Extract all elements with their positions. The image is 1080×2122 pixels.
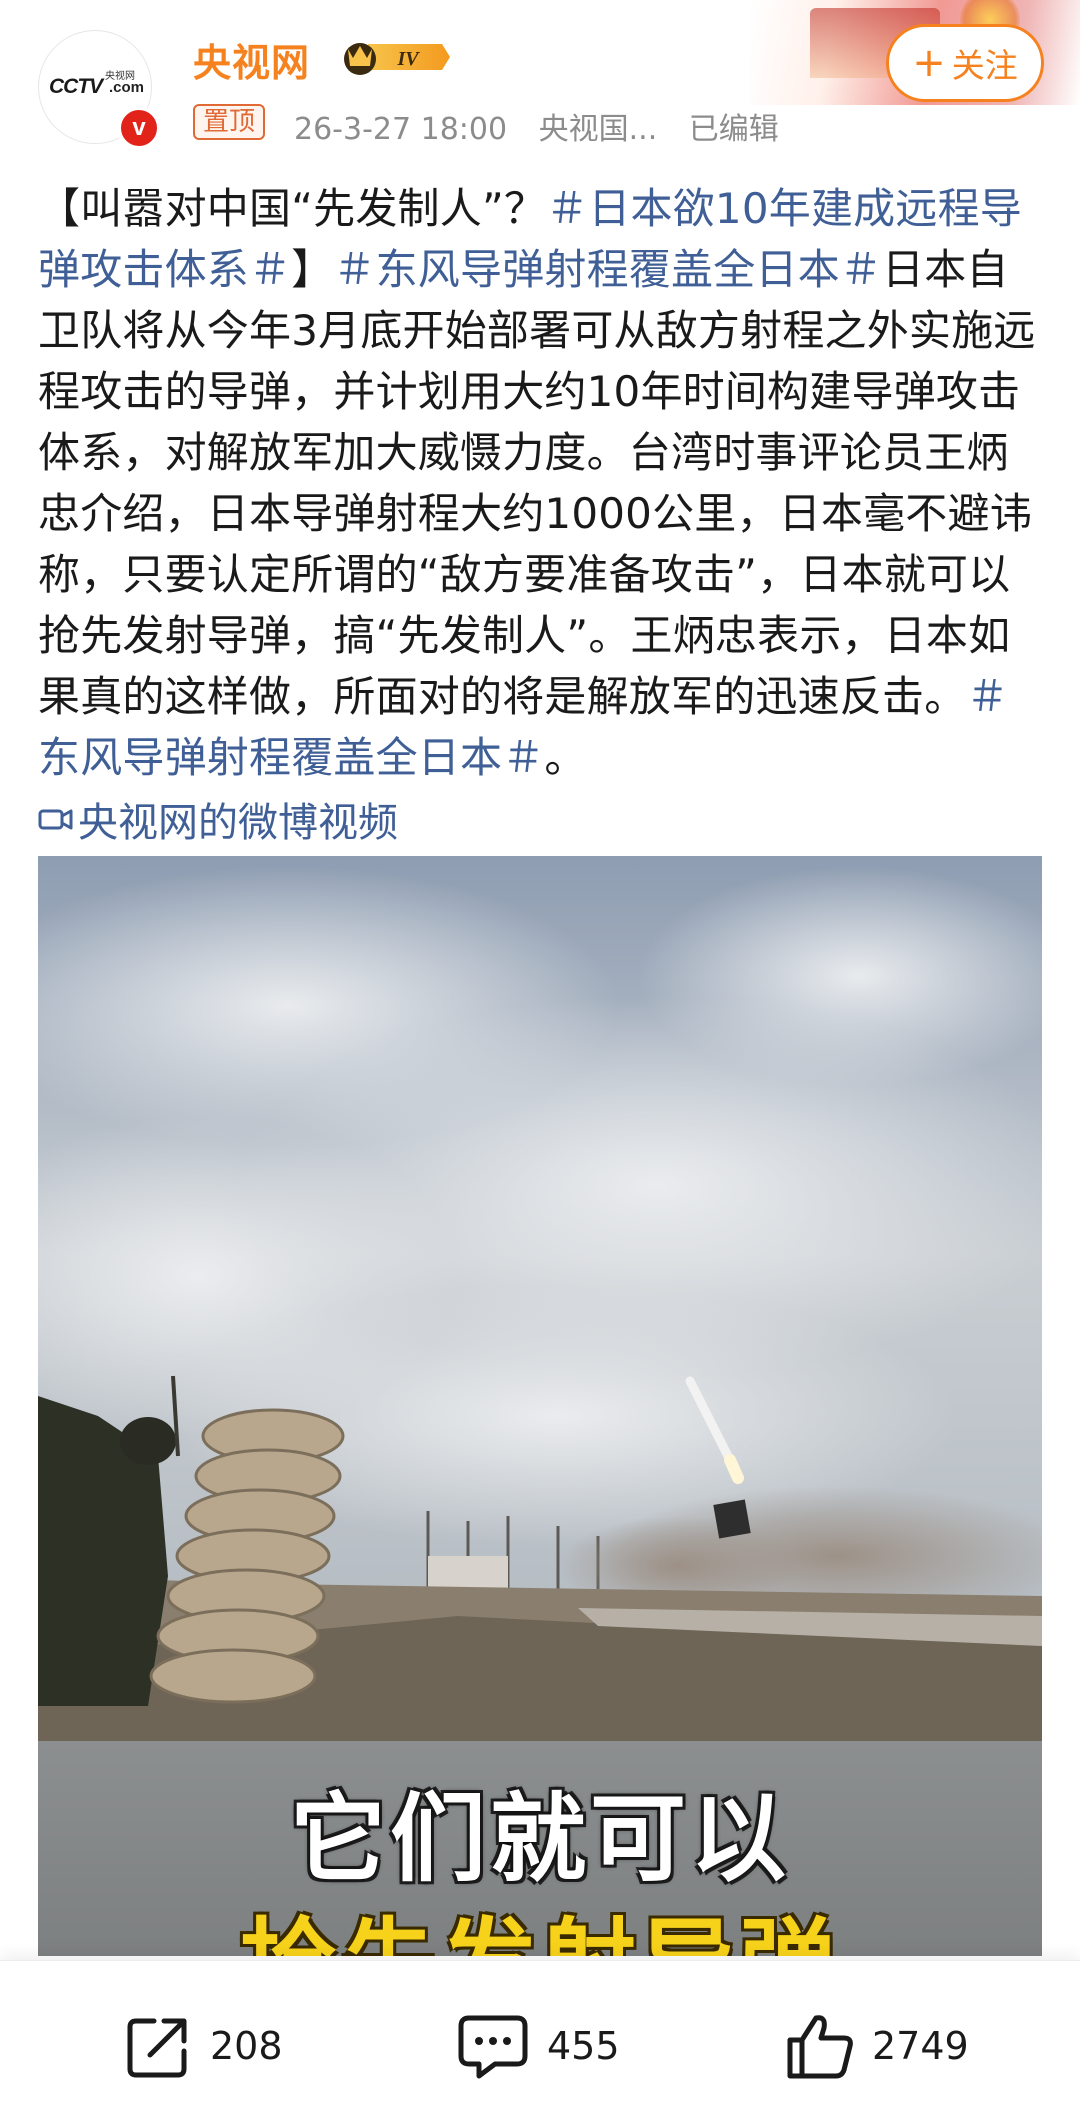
video-player[interactable]: 它们就可以 抢先发射导弹 [38, 856, 1042, 1956]
post-source[interactable]: 央视国... [539, 112, 658, 147]
video-frame [38, 856, 1042, 1741]
weibo-post-page: CCTV 央视网 .com v 央视网 IV 置顶 26-3-27 18:00 [0, 0, 1080, 2122]
edited-label[interactable]: 已编辑 [689, 112, 779, 147]
pinned-badge: 置顶 [193, 104, 266, 140]
post-text-segment: 】 [291, 245, 334, 294]
repost-count: 208 [210, 2024, 283, 2068]
plus-icon: + [912, 40, 946, 86]
comment-icon [458, 2015, 528, 2079]
cctv-logo-text: CCTV [49, 75, 103, 98]
follow-label: 关注 [951, 46, 1018, 85]
post-text: 【叫嚣对中国“先发制人”？＃日本欲10年建成远程导弹攻击体系＃】＃东风导弹射程覆… [38, 178, 1048, 788]
action-bar: 208 455 2749 [0, 1960, 1080, 2122]
video-source-link[interactable]: 央视网的微博视频 [38, 790, 398, 848]
video-source-label: 央视网的微博视频 [78, 800, 398, 846]
verified-badge-letter: v [132, 114, 146, 141]
cctv-logo-domain: .com [109, 79, 145, 96]
video-caption-line2: 抢先发射导弹 [38, 1886, 1042, 1956]
repost-button[interactable]: 208 [122, 2011, 283, 2081]
topic-link[interactable]: ＃东风导弹射程覆盖全日本＃ [333, 245, 882, 294]
post-header: CCTV 央视网 .com v 央视网 IV 置顶 26-3-27 18:00 [0, 0, 1080, 165]
post-time: 26-3-27 18:00 [294, 112, 508, 147]
share-icon [127, 2018, 187, 2078]
account-name[interactable]: 央视网 [193, 32, 310, 87]
video-camera-icon [38, 809, 73, 830]
member-level-badge-icon[interactable]: IV [338, 36, 453, 78]
comment-button[interactable]: 455 [455, 2011, 620, 2081]
follow-button[interactable]: + 关注 [886, 24, 1044, 102]
level-label-text: IV [396, 48, 420, 70]
video-caption-line1: 它们就可以 [290, 1783, 790, 1895]
like-count: 2749 [872, 2024, 969, 2068]
comment-count: 455 [547, 2024, 620, 2068]
post-text-segment: 【叫嚣对中国“先发制人”？ [38, 184, 547, 233]
thumbs-up-icon [787, 2015, 853, 2079]
like-button[interactable]: 2749 [782, 2011, 969, 2081]
post-text-segment: 日本自卫队将从今年3月底开始部署可从敌方射程之外实施远程攻击的导弹，并计划用大约… [38, 245, 1036, 721]
cctv-logo: CCTV 央视网 .com [49, 67, 145, 107]
verified-badge-icon: v [117, 106, 161, 150]
post-text-segment: 。 [544, 733, 587, 782]
post-meta: 26-3-27 18:00 央视国... 已编辑 [294, 104, 801, 148]
